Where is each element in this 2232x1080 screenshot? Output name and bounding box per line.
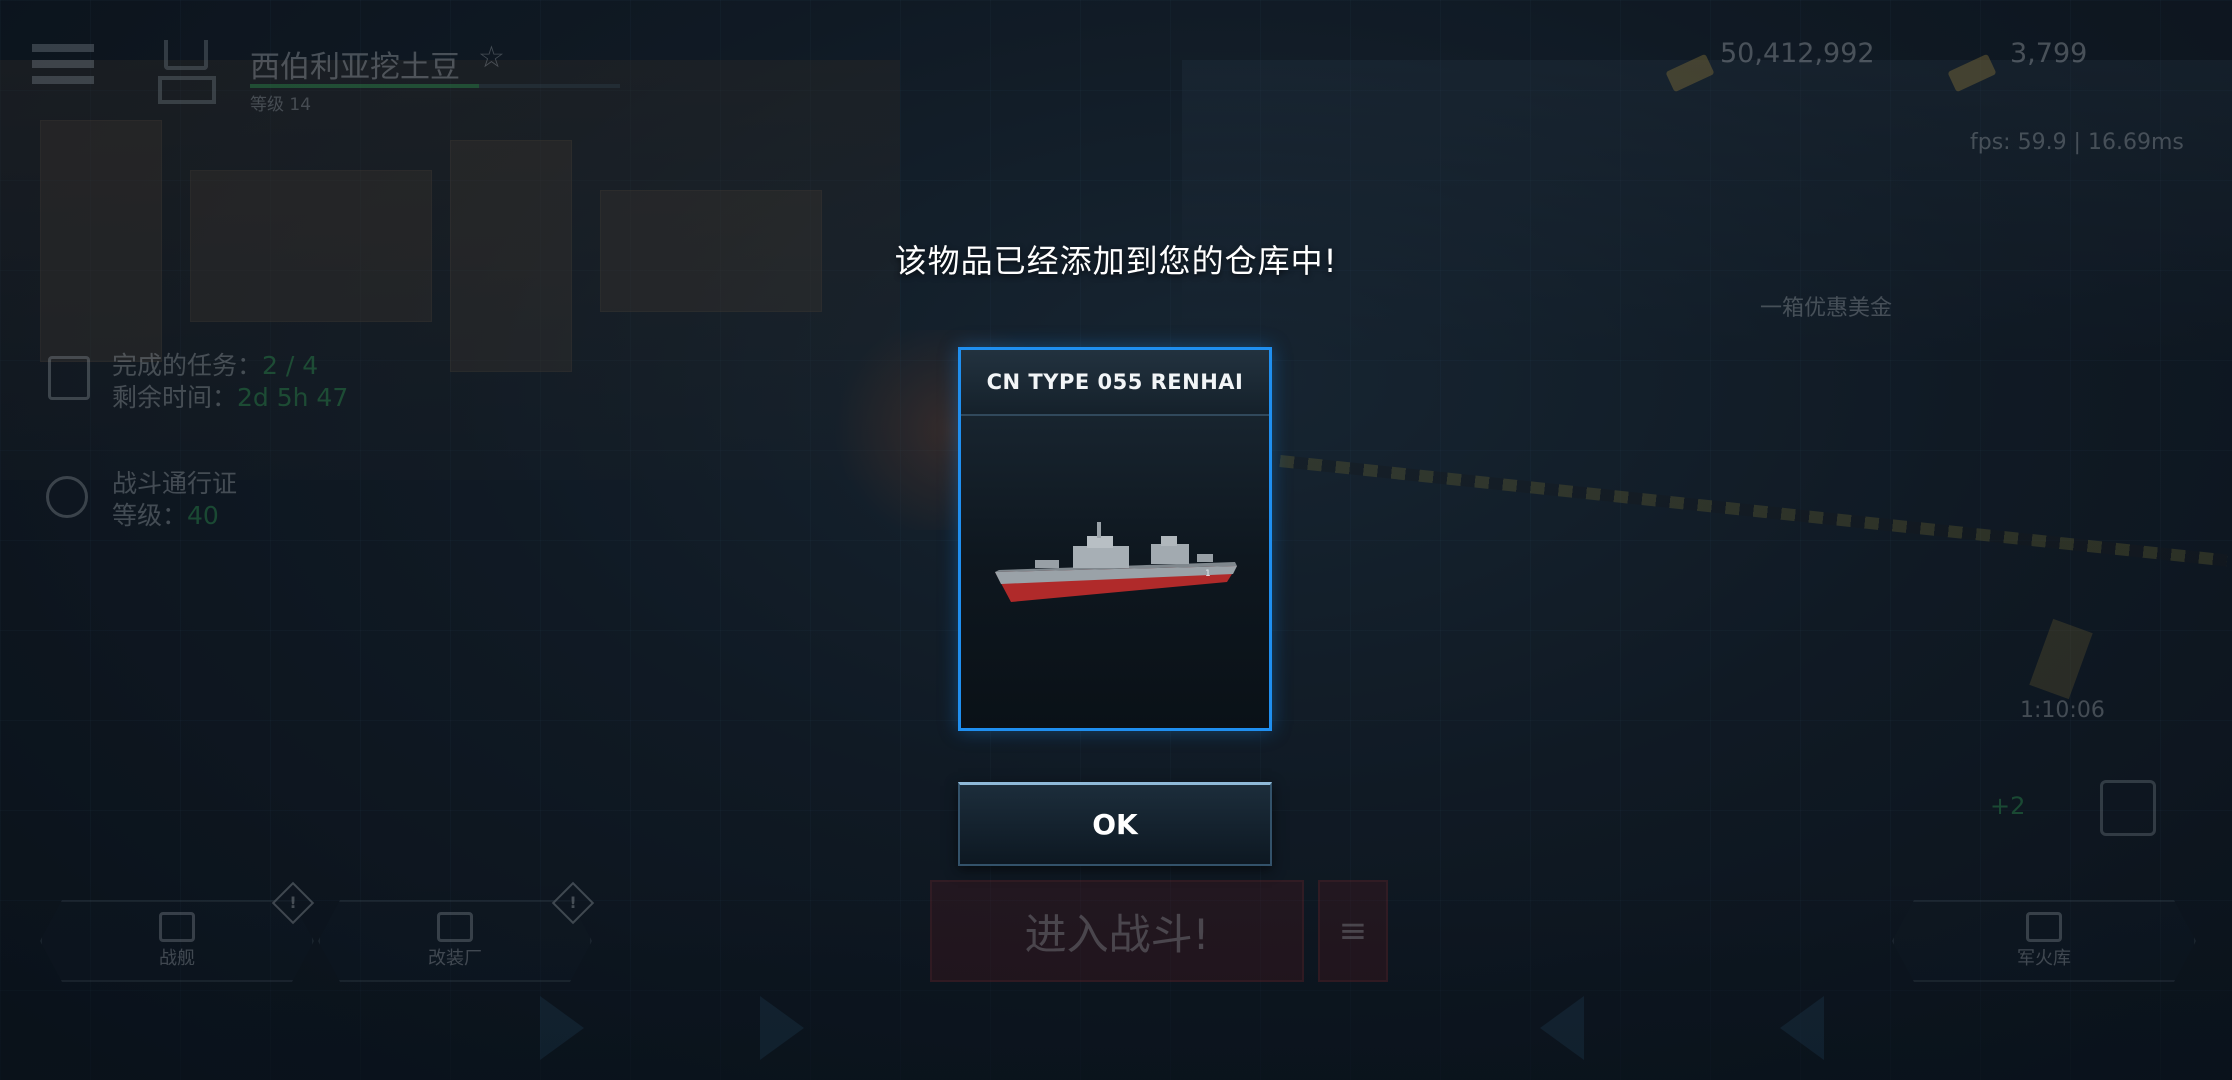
svg-text:1: 1 bbox=[1205, 569, 1211, 579]
warship-image: 1 bbox=[995, 522, 1237, 602]
ok-button[interactable]: OK bbox=[958, 782, 1272, 866]
item-card: CN TYPE 055 RENHAI 1 bbox=[958, 347, 1272, 731]
dialog-title: 该物品已经添加到您的仓库中! bbox=[894, 242, 1338, 280]
item-name: CN TYPE 055 RENHAI bbox=[961, 350, 1269, 416]
